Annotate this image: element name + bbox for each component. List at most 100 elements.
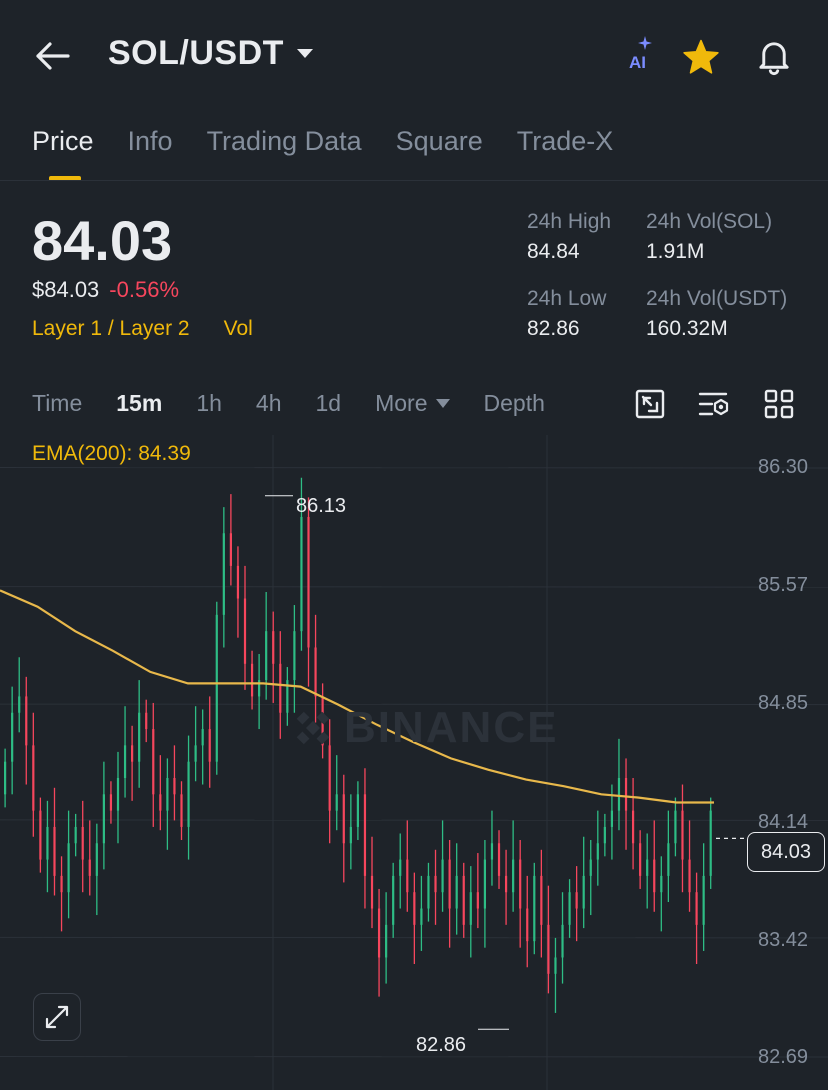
interval-more-label: More xyxy=(375,390,428,416)
tab-square[interactable]: Square xyxy=(396,126,483,157)
grid-line xyxy=(0,1056,828,1058)
interval-1d[interactable]: 1d xyxy=(316,390,342,417)
stat-24h-high-label: 24h High xyxy=(527,210,612,233)
low-marker-label: 82.86 xyxy=(416,1034,467,1056)
candle-body xyxy=(441,859,444,893)
candle-body xyxy=(265,631,268,681)
pair-selector[interactable]: SOL/USDT xyxy=(108,34,314,73)
ema-label: EMA(200): 84.39 xyxy=(32,442,191,465)
candle-body xyxy=(39,810,42,860)
candle-body xyxy=(483,859,487,909)
tab-price-label: Price xyxy=(32,126,94,156)
chevron-down-icon xyxy=(296,48,313,58)
candle-body xyxy=(589,859,592,876)
candle-body xyxy=(222,533,225,615)
candle-body xyxy=(617,778,621,811)
y-tick-3: 84.14 xyxy=(758,811,809,833)
candle-body xyxy=(377,908,381,958)
stat-24h-vol-sol-value: 1.91M xyxy=(646,240,705,263)
category-tag[interactable]: Layer 1 / Layer 2 xyxy=(32,317,190,341)
candle-body xyxy=(504,875,508,893)
ema-200-line xyxy=(0,589,714,804)
candle-body xyxy=(582,875,585,909)
tag-row: Layer 1 / Layer 2 Vol xyxy=(32,317,253,341)
candle-body xyxy=(236,565,240,599)
tab-trade-x-label: Trade-X xyxy=(516,126,614,156)
stat-24h-vol-usdt-label: 24h Vol(USDT) xyxy=(646,287,788,310)
candle-body xyxy=(427,875,430,909)
candle-body xyxy=(370,875,374,909)
interval-more[interactable]: More xyxy=(375,390,450,417)
watermark-text: BINANCE xyxy=(344,703,559,752)
chart-settings-button[interactable] xyxy=(633,387,667,421)
notification-button[interactable] xyxy=(752,36,796,78)
candle-body xyxy=(293,631,296,681)
back-arrow-icon xyxy=(36,42,70,70)
candle-body xyxy=(88,859,91,876)
interval-time[interactable]: Time xyxy=(32,390,82,417)
candle-body xyxy=(526,908,529,942)
candle-body xyxy=(653,859,656,893)
chart-settings-icon xyxy=(635,389,665,419)
candle-body xyxy=(596,843,599,860)
star-icon xyxy=(683,39,719,74)
interval-1h[interactable]: 1h xyxy=(196,390,222,417)
indicator-icon xyxy=(698,392,729,416)
candle-body xyxy=(201,729,204,746)
interval-4h[interactable]: 4h xyxy=(256,390,282,417)
candle-body xyxy=(631,810,635,844)
candle-body xyxy=(639,843,642,876)
candle-body xyxy=(554,957,557,974)
candle-body xyxy=(575,892,578,909)
candle-body xyxy=(363,794,367,876)
candlestick-chart[interactable] xyxy=(0,435,828,1090)
candle-body xyxy=(18,696,21,713)
vol-tag[interactable]: Vol xyxy=(224,317,253,341)
caret-down-icon xyxy=(435,399,450,408)
stat-24h-low-value: 82.86 xyxy=(527,317,580,340)
candle-body xyxy=(399,859,402,876)
candle-body xyxy=(547,924,550,974)
candle-body xyxy=(392,875,395,925)
stat-24h-high-value: 84.84 xyxy=(527,240,580,263)
candle-body xyxy=(173,778,176,795)
layout-button[interactable] xyxy=(762,387,796,421)
candle-body xyxy=(356,794,359,827)
candle-body xyxy=(561,924,564,958)
tab-trade-x[interactable]: Trade-X xyxy=(517,126,614,157)
candle-body xyxy=(187,761,190,827)
y-tick-4: 83.42 xyxy=(758,929,809,951)
ai-label: AI xyxy=(629,53,646,72)
interval-15m[interactable]: 15m xyxy=(116,390,162,417)
candle-body xyxy=(455,875,458,909)
usd-price: $84.03 xyxy=(32,277,100,302)
tab-info[interactable]: Info xyxy=(128,126,173,157)
candle-body xyxy=(533,875,536,942)
back-button[interactable] xyxy=(30,36,74,76)
candle-body xyxy=(166,778,169,811)
fullscreen-button[interactable] xyxy=(33,993,81,1041)
favorite-button[interactable] xyxy=(680,36,722,78)
tab-trading-data[interactable]: Trading Data xyxy=(207,126,362,157)
candle-body xyxy=(46,826,49,860)
candle-body xyxy=(67,843,70,893)
candle-body xyxy=(624,778,628,811)
tab-price[interactable]: Price xyxy=(32,126,94,181)
candle-body xyxy=(413,892,416,925)
candle-body xyxy=(314,647,317,697)
interval-depth[interactable]: Depth xyxy=(484,390,545,417)
candle-body xyxy=(342,794,345,844)
candle-body xyxy=(116,778,120,811)
indicator-button[interactable] xyxy=(697,387,731,421)
tab-info-label: Info xyxy=(127,126,173,156)
tab-bar: Price Info Trading Data Square Trade-X xyxy=(32,126,647,181)
candle-body xyxy=(180,794,183,827)
ai-button[interactable]: AI xyxy=(622,36,658,76)
pair-title: SOL/USDT xyxy=(108,34,284,72)
candle-body xyxy=(695,892,698,925)
candle-body xyxy=(610,810,614,827)
candle-body xyxy=(448,859,451,909)
candle-body xyxy=(385,924,388,958)
candle-body xyxy=(681,810,684,860)
candle-body xyxy=(208,729,211,762)
